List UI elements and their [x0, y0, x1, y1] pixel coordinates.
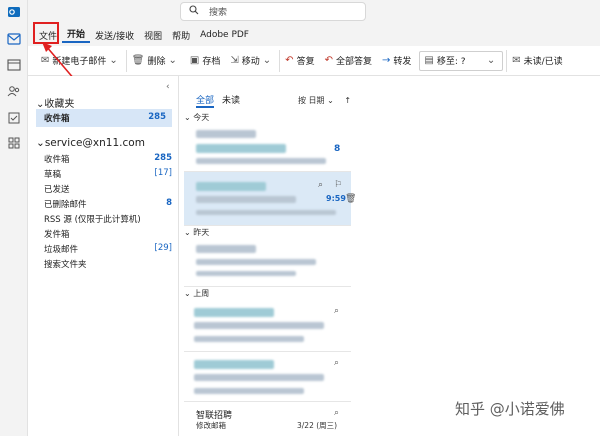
subject: 修改邮箱 [196, 421, 226, 430]
chevron-down-icon: ⌄ [262, 55, 272, 66]
mail-icon[interactable] [6, 32, 22, 46]
chevron-down-icon: ⌄ [327, 96, 334, 105]
folder-rss[interactable]: RSS 源 (仅限于此计算机) [44, 213, 172, 225]
move-icon: ⇲ [230, 55, 239, 66]
paperclip-icon: ⌕ [334, 408, 340, 418]
folder-sent[interactable]: 已发送 [44, 183, 172, 195]
paperclip-icon: ⌕ [334, 306, 340, 316]
folder-outbox[interactable]: 发件箱 [44, 228, 172, 240]
watermark: 知乎 @小诺爱佛 [455, 400, 565, 418]
search-box[interactable]: 搜索 [180, 2, 366, 21]
delete-button[interactable]: 🗑 删除 ⌄ [125, 49, 185, 72]
move-to-dropdown[interactable]: ▤ 移至: ? ⌄ [419, 50, 504, 71]
list-item[interactable]: 8 [184, 124, 351, 172]
tasks-icon[interactable] [6, 110, 22, 124]
reply-all-button[interactable]: ↶ 全部答复 [320, 50, 377, 72]
sort-arrow-icon[interactable]: ↑ [344, 96, 351, 105]
chevron-down-icon: ⌄ [109, 55, 118, 66]
reply-button[interactable]: ↶ 答复 [279, 49, 319, 72]
archive-button[interactable]: ▣ 存档 [185, 50, 225, 72]
favorites-header[interactable]: ⌄收藏夹 [36, 95, 74, 110]
delete-label: 删除 [147, 57, 166, 67]
tab-all[interactable]: 全部 [196, 93, 215, 108]
reply-label: 答复 [296, 57, 315, 67]
search-icon [189, 5, 201, 18]
tab-help[interactable]: 帮助 [167, 29, 195, 42]
list-item-selected[interactable]: ⌕ ⚐ 9:59 🗑 [184, 172, 356, 226]
collapse-pane-icon[interactable]: ‹ [166, 82, 170, 92]
folder-drafts[interactable]: 草稿 [17] [44, 168, 172, 180]
account-header[interactable]: ⌄service@xn11.com [36, 137, 145, 149]
archive-label: 存档 [202, 57, 221, 67]
reply-icon: ↶ [285, 55, 294, 66]
tab-adobe-pdf[interactable]: Adobe PDF [195, 30, 254, 40]
paperclip-icon: ⌕ [318, 180, 324, 190]
forward-label: 转发 [393, 57, 412, 67]
move-to-label: 移至: ? [436, 57, 466, 67]
received-date: 3/22 (周三) [297, 421, 338, 430]
folder-search[interactable]: 搜索文件夹 [44, 258, 172, 270]
folder-pane: ‹ ⌄收藏夹 收件箱 285 ⌄service@xn11.com 收件箱 285 … [28, 76, 179, 436]
list-item[interactable]: 智联招聘 修改邮箱 ⌕ 3/22 (周三) [184, 402, 351, 436]
forward-icon: → [381, 55, 391, 66]
ribbon-toolbar: ✉ 新建电子邮件 ⌄ 🗑 删除 ⌄ ▣ 存档 ⇲ 移动 ⌄ ↶ 答复 ↶ 全部答… [28, 46, 600, 76]
reply-all-icon: ↶ [324, 55, 333, 66]
reply-all-label: 全部答复 [335, 57, 372, 67]
favorite-inbox[interactable]: 收件箱 285 [36, 109, 172, 127]
tab-view[interactable]: 视图 [139, 29, 167, 42]
flag-icon[interactable]: ⚐ [334, 180, 342, 190]
message-list: 全部 未读 按 日期 ⌄ ↑ ⌄ 今天 8 ⌕ ⚐ 9:59 🗑 ⌄ 昨天 ⌄ … [179, 76, 362, 436]
move-button[interactable]: ⇲ 移动 ⌄ [225, 50, 279, 72]
group-header-today[interactable]: ⌄ 今天 [184, 112, 349, 123]
folder-junk[interactable]: 垃圾邮件 [29] [44, 243, 172, 255]
outlook-logo-icon [6, 5, 22, 19]
chevron-down-icon: ⌄ [36, 137, 45, 149]
paperclip-icon: ⌕ [334, 358, 340, 368]
move-label: 移动 [241, 57, 260, 67]
list-item[interactable] [184, 239, 351, 287]
group-header-last-week[interactable]: ⌄ 上周 [184, 288, 349, 299]
archive-icon: ▣ [189, 55, 200, 66]
search-placeholder: 搜索 [209, 8, 228, 18]
apps-icon[interactable] [6, 136, 22, 150]
trash-icon: 🗑 [131, 55, 145, 66]
calendar-icon[interactable] [6, 58, 22, 72]
app-rail [0, 0, 28, 436]
unread-read-button[interactable]: ✉ 未读/已读 [506, 49, 567, 72]
group-header-yesterday[interactable]: ⌄ 昨天 [184, 227, 349, 238]
forward-button[interactable]: → 转发 [377, 50, 416, 72]
unread-read-label: 未读/已读 [523, 57, 563, 67]
folder-deleted[interactable]: 已删除邮件 8 [44, 198, 172, 210]
sort-dropdown[interactable]: 按 日期 ⌄ ↑ [298, 95, 351, 106]
folder-move-icon: ▤ [424, 55, 434, 66]
chevron-down-icon: ⌄ [168, 55, 177, 66]
ribbon-tabs: 文件 开始 发送/接收 视图 帮助 Adobe PDF [28, 24, 600, 46]
envelope-open-icon: ✉ [512, 55, 521, 66]
reading-pane [355, 76, 600, 436]
folder-inbox[interactable]: 收件箱 285 [44, 153, 172, 165]
list-item[interactable]: ⌕ [184, 352, 351, 402]
people-icon[interactable] [6, 84, 22, 98]
list-item[interactable]: ⌕ [184, 300, 351, 352]
tab-unread[interactable]: 未读 [222, 93, 240, 108]
chevron-down-icon: ⌄ [486, 55, 496, 66]
